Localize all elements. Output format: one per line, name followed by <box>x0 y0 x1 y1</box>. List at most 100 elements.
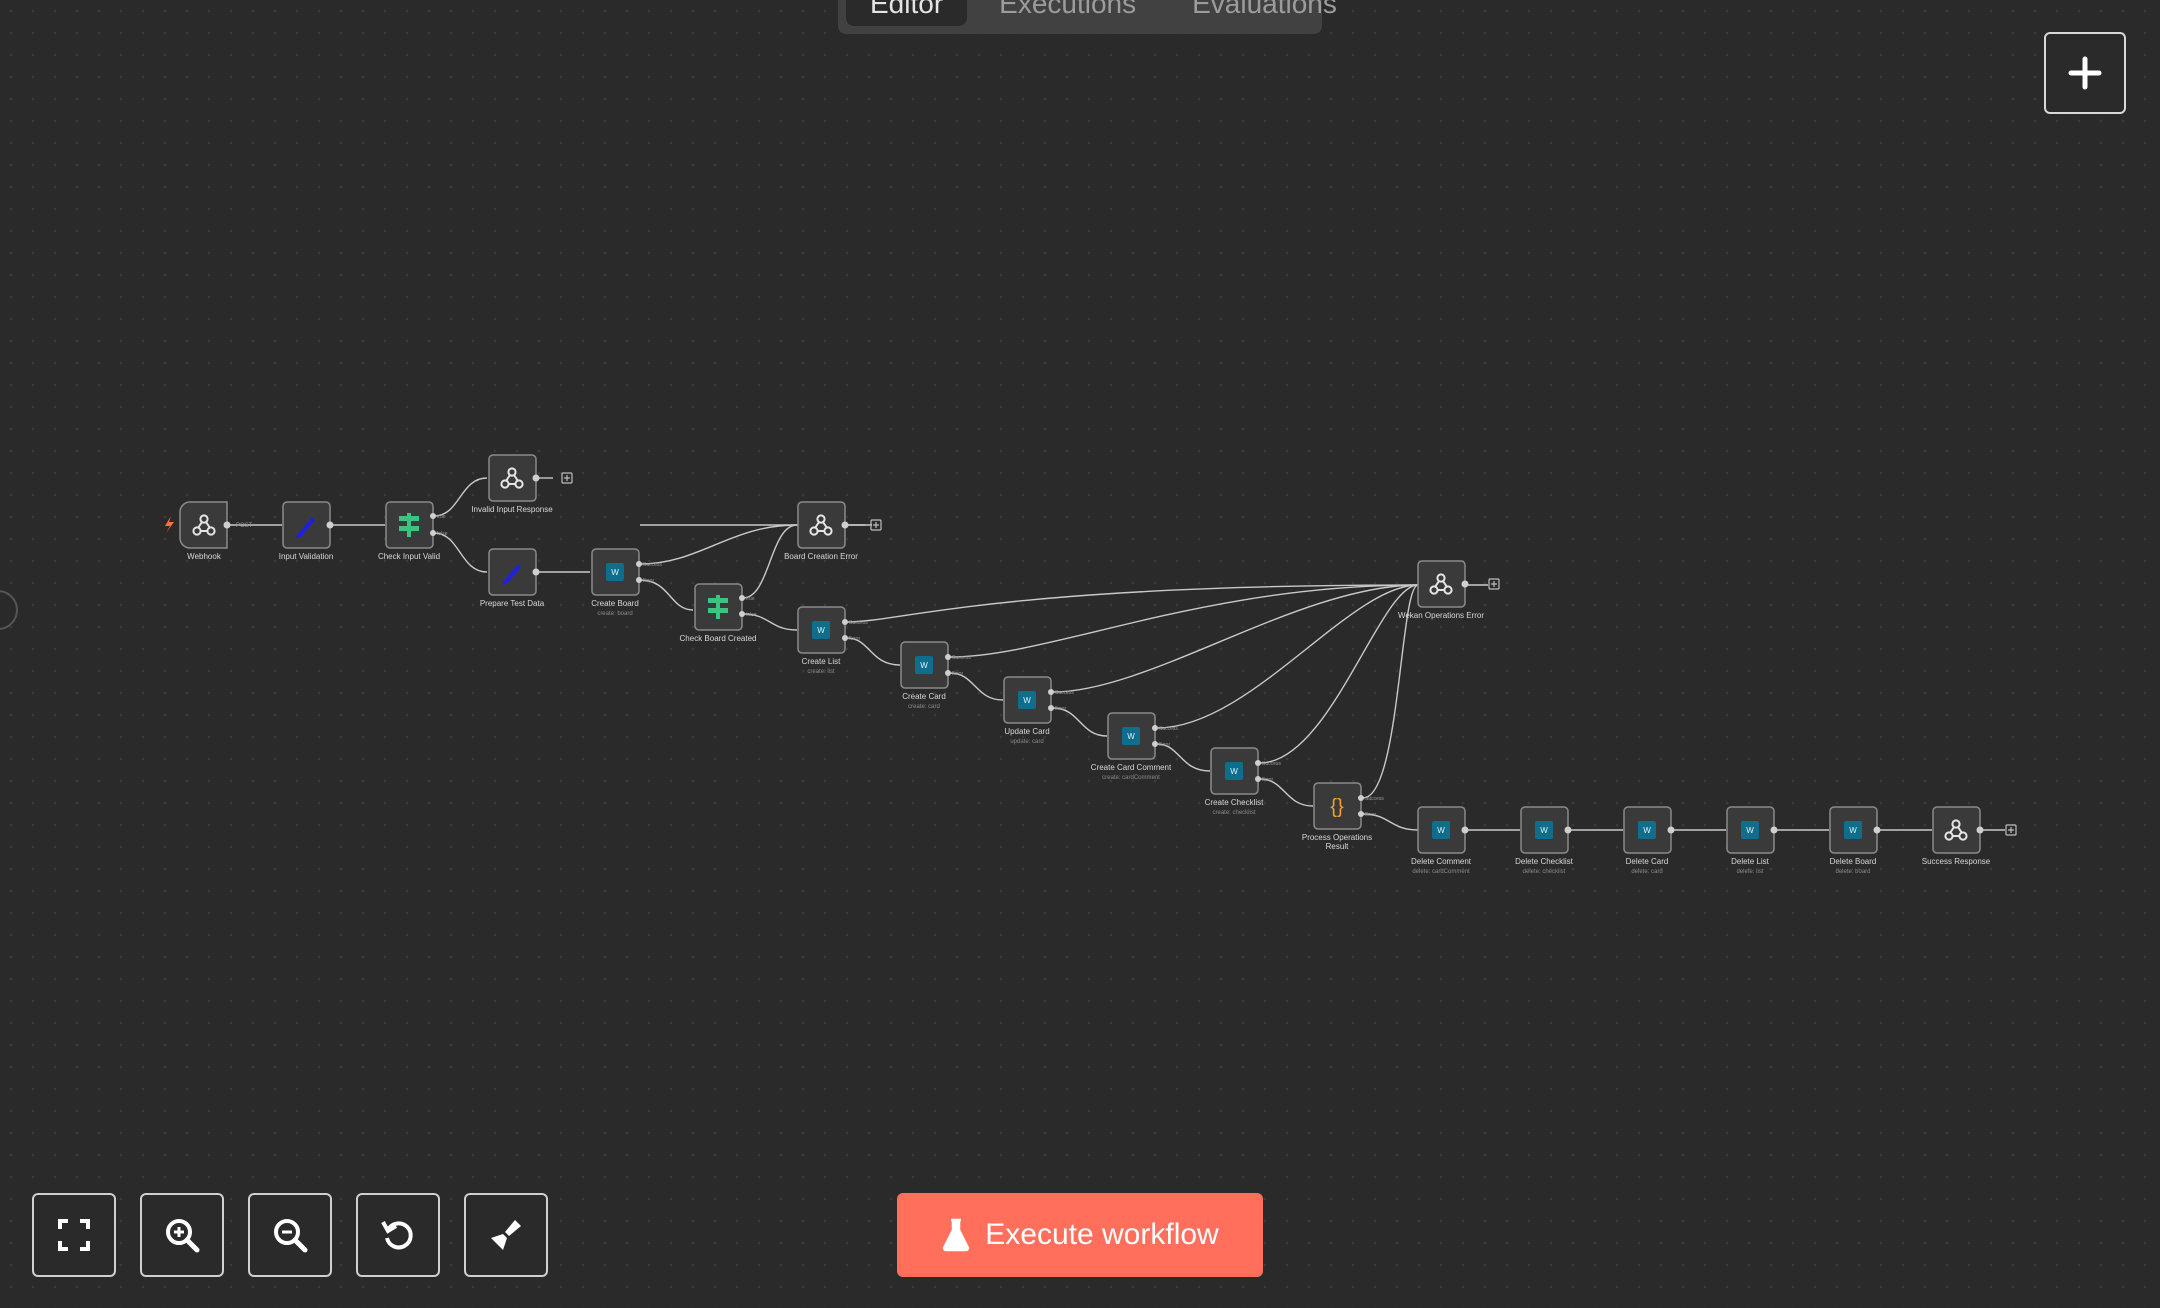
node-subtitle: create: board <box>597 611 632 617</box>
node-subtitle: create: cardComment <box>1102 775 1160 781</box>
node-label: Create Checklist <box>1205 798 1264 807</box>
output-success-label: Success <box>643 562 662 568</box>
node-subtitle: create: checklist <box>1212 810 1255 816</box>
wekan-icon <box>1844 821 1862 839</box>
workflow-canvas[interactable]: W {} <box>0 0 2160 1308</box>
node-label: Create List <box>802 657 841 666</box>
node-check-board-created[interactable]: true false Check Board Created <box>680 583 757 643</box>
node-invalid-input-response[interactable]: Invalid Input Response <box>471 454 573 514</box>
node-subtitle: delete: list <box>1736 869 1763 875</box>
webhook-post-label: POST <box>236 523 253 529</box>
code-braces-icon <box>1330 796 1344 818</box>
output-success-label: Success <box>849 620 868 626</box>
node-update-card[interactable]: Success Error Update Card update: card <box>1003 676 1074 745</box>
broom-icon <box>491 1220 521 1250</box>
node-label: Delete Board <box>1830 857 1877 866</box>
fit-view-icon <box>58 1219 90 1251</box>
wekan-icon <box>606 563 624 581</box>
add-next-icon[interactable] <box>870 519 882 531</box>
execute-workflow-button[interactable]: Execute workflow <box>897 1193 1263 1277</box>
node-delete-card[interactable]: Delete Card delete: card <box>1623 806 1675 875</box>
tidy-up-button[interactable] <box>464 1193 548 1277</box>
output-error-label: Error <box>1055 706 1066 712</box>
zoom-out-button[interactable] <box>248 1193 332 1277</box>
node-subtitle: create: list <box>807 669 835 675</box>
node-label: Board Creation Error <box>784 552 858 561</box>
node-label: Update Card <box>1004 727 1049 736</box>
wekan-icon <box>1638 821 1656 839</box>
output-error-label: Error <box>952 671 963 677</box>
wekan-icon <box>915 656 933 674</box>
output-success-label: Success <box>1365 796 1384 802</box>
node-label: Delete Card <box>1626 857 1669 866</box>
node-label: Check Board Created <box>680 634 757 643</box>
wekan-icon <box>812 621 830 639</box>
trigger-bolt-icon <box>165 516 174 533</box>
node-subtitle: delete: cardComment <box>1412 869 1470 875</box>
output-error-label: Error <box>1159 742 1170 748</box>
wekan-icon <box>1122 727 1140 745</box>
node-prepare-test-data[interactable]: Prepare Test Data <box>480 548 545 608</box>
node-label: Process Operations <box>1302 833 1372 842</box>
zoom-in-button[interactable] <box>140 1193 224 1277</box>
node-subtitle: delete: checklist <box>1523 869 1566 875</box>
node-board-creation-error[interactable]: Board Creation Error <box>784 501 882 561</box>
node-label: Create Board <box>591 599 639 608</box>
node-label: Webhook <box>187 552 222 561</box>
node-create-list[interactable]: Success Error Create List create: list <box>797 606 868 675</box>
output-error-label: Error <box>1365 812 1376 818</box>
node-success-response[interactable]: Success Response <box>1922 806 2017 866</box>
wekan-icon <box>1018 691 1036 709</box>
node-label: Create Card Comment <box>1091 763 1172 772</box>
node-subtitle: delete: board <box>1835 869 1870 875</box>
node-subtitle: delete: card <box>1631 869 1662 875</box>
output-false-label: false <box>437 531 448 537</box>
node-label: Delete List <box>1731 857 1770 866</box>
node-label: Delete Comment <box>1411 857 1472 866</box>
add-next-icon[interactable] <box>1488 578 1500 590</box>
node-webhook[interactable]: POST Webhook <box>179 501 253 561</box>
output-success-label: Success <box>1262 761 1281 767</box>
flask-icon <box>943 1218 970 1252</box>
node-subtitle: create: card <box>908 704 940 710</box>
node-create-checklist[interactable]: Success Error Create Checklist create: c… <box>1205 747 1282 816</box>
node-label: Delete Checklist <box>1515 857 1574 866</box>
node-label-line2: Result <box>1326 842 1349 851</box>
node-label: Wekan Operations Error <box>1398 611 1484 620</box>
wekan-icon <box>1535 821 1553 839</box>
output-success-label: Success <box>1055 690 1074 696</box>
output-true-label: true <box>746 596 755 602</box>
wekan-icon <box>1741 821 1759 839</box>
node-label: Check Input Valid <box>378 552 440 561</box>
wekan-icon <box>1225 762 1243 780</box>
node-delete-comment[interactable]: Delete Comment delete: cardComment <box>1411 806 1472 875</box>
node-delete-board[interactable]: Delete Board delete: board <box>1829 806 1881 875</box>
node-delete-list[interactable]: Delete List delete: list <box>1726 806 1778 875</box>
output-false-label: false <box>746 612 757 618</box>
node-input-validation[interactable]: Input Validation <box>279 501 334 561</box>
output-error-label: Error <box>643 578 654 584</box>
node-label: Create Card <box>902 692 946 701</box>
fit-view-button[interactable] <box>32 1193 116 1277</box>
wekan-icon <box>1432 821 1450 839</box>
output-success-label: Success <box>1159 726 1178 732</box>
node-create-board[interactable]: Success Error Create Board create: board <box>591 548 662 617</box>
node-check-input-valid[interactable]: true false Check Input Valid <box>378 501 448 561</box>
node-label: Success Response <box>1922 857 1991 866</box>
execute-workflow-label: Execute workflow <box>985 1218 1219 1251</box>
node-create-card-comment[interactable]: Success Error Create Card Comment create… <box>1091 712 1179 781</box>
node-label: Invalid Input Response <box>471 505 553 514</box>
reset-zoom-icon <box>381 1221 413 1250</box>
node-create-card[interactable]: Success Error Create Card create: card <box>900 641 971 710</box>
add-next-icon[interactable] <box>561 472 573 484</box>
reset-zoom-button[interactable] <box>356 1193 440 1277</box>
add-next-icon[interactable] <box>2005 824 2017 836</box>
zoom-in-icon <box>166 1219 200 1253</box>
output-true-label: true <box>437 514 446 520</box>
zoom-out-icon <box>274 1219 308 1253</box>
output-error-label: Error <box>1262 777 1273 783</box>
node-label: Input Validation <box>279 552 334 561</box>
node-delete-checklist[interactable]: Delete Checklist delete: checklist <box>1515 806 1574 875</box>
node-subtitle: update: card <box>1010 739 1043 745</box>
output-success-label: Success <box>952 655 971 661</box>
